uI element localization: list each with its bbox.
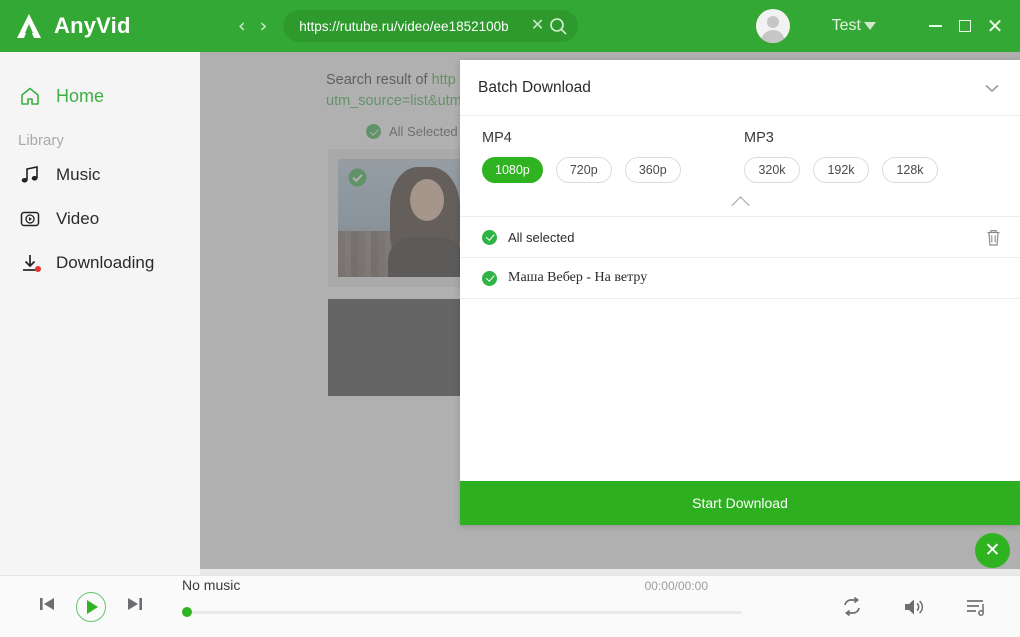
title-bar: AnyVid ‹ › https://rutube.ru/video/ee185… — [0, 0, 1020, 52]
search-icon[interactable] — [549, 17, 568, 36]
mp3-column: MP3 320k 192k 128k — [744, 130, 1002, 183]
list-row[interactable]: Маша Вебер - На ветру — [460, 258, 1020, 299]
sidebar-section-library: Library — [18, 132, 64, 149]
user-menu[interactable]: Test — [832, 17, 876, 35]
download-list: All selected Маша Вебер - На ветру — [460, 217, 1020, 481]
sidebar-item-music[interactable]: Music — [0, 153, 200, 197]
chevron-down-icon — [864, 22, 876, 30]
mp4-quality-chips: 1080p 720p 360p — [482, 157, 744, 183]
url-bar[interactable]: https://rutube.ru/video/ee1852100b ✕ — [283, 10, 579, 42]
start-download-button[interactable]: Start Download — [460, 481, 1020, 525]
chevron-down-icon[interactable] — [982, 78, 1002, 98]
progress-bar[interactable] — [182, 611, 742, 614]
panel-title: Batch Download — [478, 78, 591, 96]
batch-download-header: Batch Download — [460, 60, 1020, 116]
brand-name: AnyVid — [54, 13, 131, 38]
sidebar-item-video[interactable]: Video — [0, 197, 200, 241]
list-row-select-all[interactable]: All selected — [460, 217, 1020, 258]
anyvid-logo-icon — [14, 11, 44, 41]
list-item-label: Маша Вебер - На ветру — [508, 270, 648, 285]
mp3-chip-128k[interactable]: 128k — [882, 157, 938, 183]
sidebar-item-label: Video — [56, 209, 100, 228]
home-icon — [18, 84, 42, 108]
skip-previous-icon[interactable] — [36, 593, 58, 620]
app-window: AnyVid ‹ › https://rutube.ru/video/ee185… — [0, 0, 1020, 637]
browser-nav: ‹ › — [238, 16, 268, 36]
chevron-right-icon[interactable]: › — [260, 16, 268, 36]
header-right: Test ✕ — [755, 9, 1020, 43]
sidebar: Home Library Music Video Downloading — [0, 52, 200, 575]
mp4-chip-360p[interactable]: 360p — [624, 157, 681, 183]
player-bar: No music 00:00/00:00 — [0, 575, 1020, 637]
now-playing-title: No music — [182, 577, 241, 593]
brand: AnyVid — [14, 11, 200, 41]
format-options: MP4 1080p 720p 360p MP3 320k 192k 128k — [460, 116, 1020, 183]
player-time: 00:00/00:00 — [644, 579, 708, 593]
panel-footer: Start Download — [460, 481, 1020, 525]
chevron-up-icon[interactable] — [730, 195, 750, 215]
mp4-chip-720p[interactable]: 720p — [555, 157, 612, 183]
chevron-left-icon[interactable]: ‹ — [238, 16, 246, 36]
playlist-icon[interactable] — [964, 595, 988, 619]
sidebar-item-home[interactable]: Home — [0, 74, 200, 118]
video-play-icon — [18, 207, 42, 231]
skip-next-icon[interactable] — [124, 593, 146, 620]
sidebar-item-label: Music — [56, 165, 101, 184]
sidebar-item-label: Home — [56, 85, 105, 106]
mp3-chip-320k[interactable]: 320k — [744, 157, 800, 183]
play-icon[interactable] — [76, 591, 106, 622]
clear-x-icon[interactable]: ✕ — [531, 18, 544, 34]
select-all-label: All selected — [508, 229, 575, 245]
player-controls — [36, 591, 146, 622]
player-track: No music 00:00/00:00 — [182, 577, 742, 617]
mp3-chip-192k[interactable]: 192k — [813, 157, 869, 183]
check-circle-icon[interactable] — [482, 270, 497, 286]
trash-icon[interactable] — [985, 228, 1002, 247]
batch-download-panel: Batch Download MP4 1080p 720p 360p MP3 3… — [460, 60, 1020, 525]
sidebar-item-downloading[interactable]: Downloading — [0, 241, 200, 285]
progress-knob[interactable] — [182, 607, 192, 617]
mp3-label: MP3 — [744, 130, 774, 146]
maximize-icon[interactable] — [950, 11, 980, 41]
download-icon — [18, 251, 42, 275]
check-circle-icon[interactable] — [482, 229, 497, 245]
repeat-icon[interactable] — [840, 595, 864, 619]
mp4-column: MP4 1080p 720p 360p — [482, 130, 744, 183]
minimize-icon[interactable] — [920, 11, 950, 41]
username-label: Test — [831, 17, 861, 34]
player-right-controls — [840, 595, 1020, 619]
close-panel-button[interactable]: ✕ — [975, 533, 1010, 568]
mp4-label: MP4 — [482, 130, 512, 146]
sidebar-item-label: Downloading — [56, 253, 155, 272]
volume-icon[interactable] — [902, 595, 926, 619]
notification-badge — [35, 266, 41, 272]
mp4-chip-1080p[interactable]: 1080p — [482, 157, 543, 183]
mp3-quality-chips: 320k 192k 128k — [744, 157, 1002, 183]
close-icon[interactable]: ✕ — [980, 11, 1010, 41]
music-note-icon — [18, 163, 42, 187]
url-input[interactable]: https://rutube.ru/video/ee1852100b — [299, 19, 529, 34]
user-avatar-icon[interactable] — [755, 9, 790, 43]
panel-collapse-row[interactable] — [460, 189, 1020, 217]
